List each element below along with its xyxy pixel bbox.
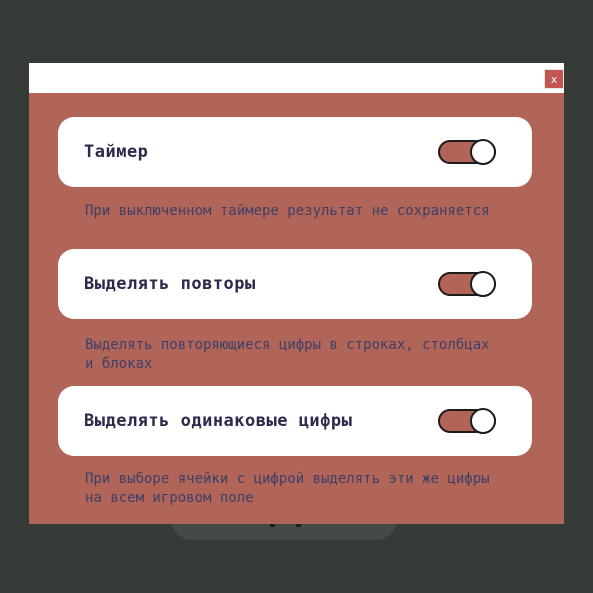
setting-card-highlight-same-digits: Выделять одинаковые цифры bbox=[58, 386, 532, 456]
highlight-same-digits-toggle[interactable] bbox=[438, 408, 496, 434]
close-button[interactable]: x bbox=[544, 69, 564, 89]
setting-description-timer: При выключенном таймере результат не сох… bbox=[85, 203, 490, 219]
toggle-knob bbox=[470, 271, 496, 297]
highlight-repeats-toggle[interactable] bbox=[438, 271, 496, 297]
timer-toggle[interactable] bbox=[438, 139, 496, 165]
setting-description-highlight-same-digits: При выборе ячейки с цифрой выделять эти … bbox=[85, 471, 490, 506]
toggle-knob bbox=[470, 139, 496, 165]
setting-label-timer: Таймер bbox=[84, 142, 149, 162]
setting-card-highlight-repeats: Выделять повторы bbox=[58, 249, 532, 319]
setting-label-highlight-same-digits: Выделять одинаковые цифры bbox=[84, 411, 353, 431]
setting-card-timer: Таймер bbox=[58, 117, 532, 187]
settings-modal: x Таймер При выключенном таймере результ… bbox=[29, 63, 564, 524]
modal-header: x bbox=[29, 63, 564, 93]
setting-description-highlight-repeats: Выделять повторяющиеся цифры в строках, … bbox=[85, 337, 490, 372]
page: x Таймер При выключенном таймере результ… bbox=[0, 0, 593, 593]
setting-label-highlight-repeats: Выделять повторы bbox=[84, 274, 256, 294]
toggle-knob bbox=[470, 408, 496, 434]
